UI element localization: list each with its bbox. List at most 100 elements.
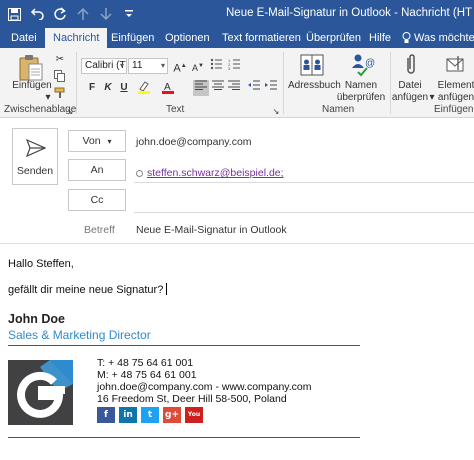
format-painter-icon[interactable] [52, 87, 68, 103]
group-label-include: Einfügen [434, 104, 474, 115]
group-label-basic-text: Text [166, 104, 185, 115]
decrease-indent-icon[interactable] [246, 80, 262, 96]
align-right-icon[interactable] [226, 80, 242, 96]
send-label: Senden [16, 165, 54, 177]
to-field[interactable]: steffen.schwarz@beispiel.de; [136, 167, 284, 179]
to-field-underline [134, 182, 474, 183]
customize-dropdown-icon[interactable] [119, 4, 139, 24]
font-color-icon[interactable]: A [160, 80, 176, 96]
chevron-down-icon: ▾ [107, 137, 112, 146]
signature-email-web[interactable]: john.doe@company.com - www.company.com [97, 381, 312, 393]
linkedin-icon[interactable]: in [119, 407, 137, 423]
undo-icon[interactable] [27, 4, 47, 24]
font-size-combo[interactable]: 11 ▾ [128, 58, 168, 74]
to-button[interactable]: An [68, 159, 126, 181]
signature-name: John Doe [8, 312, 65, 326]
body-greeting[interactable]: Hallo Steffen, [8, 258, 74, 270]
youtube-icon[interactable]: You [185, 407, 203, 423]
window-title: Neue E-Mail-Signatur in Outlook - Nachri… [226, 7, 473, 19]
address-book-button[interactable]: Adressbuch [288, 80, 341, 92]
lightbulb-icon [402, 32, 411, 43]
quick-access-toolbar [4, 4, 139, 24]
save-icon[interactable] [4, 4, 24, 24]
tab-text-formatieren[interactable]: Text formatieren [222, 28, 301, 48]
paste-button-label[interactable]: Einfügen [12, 80, 52, 92]
font-size-value: 11 [132, 60, 143, 71]
align-left-icon[interactable] [193, 80, 209, 96]
attach-item-line1[interactable]: Element [434, 80, 474, 92]
align-center-icon[interactable] [210, 80, 226, 96]
send-icon [25, 138, 47, 160]
numbering-icon[interactable]: 123 [226, 58, 242, 74]
from-button[interactable]: Von ▾ [68, 130, 126, 152]
chevron-down-icon: ▾ [119, 61, 124, 70]
ribbon-separator [76, 52, 77, 114]
arrow-up-icon[interactable] [73, 4, 93, 24]
underline-button[interactable]: U [116, 80, 132, 96]
group-label-names: Namen [322, 104, 355, 115]
attach-file-line1[interactable]: Datei [390, 80, 430, 92]
paste-dropdown-icon[interactable]: ▾ [44, 92, 52, 104]
presence-icon [136, 169, 143, 177]
ribbon: Einfügen ▾ ✂ Zwischenablage ↘ Calibri (T… [0, 48, 474, 118]
signature-bottom-divider [8, 437, 360, 438]
signature-phone: T: + 48 75 64 61 001 [97, 357, 194, 369]
signature-role: Sales & Marketing Director [8, 328, 151, 342]
tell-me-search[interactable]: Was möchten [402, 28, 474, 48]
ribbon-separator [283, 52, 284, 114]
from-label: Von [82, 135, 101, 147]
font-launcher-icon[interactable]: ↘ [272, 104, 280, 120]
attach-file-icon[interactable] [404, 52, 418, 81]
highlight-icon[interactable] [136, 80, 152, 96]
google-plus-icon[interactable]: g+ [163, 407, 181, 423]
signature-address: 16 Freedom St, Deer Hill 58-500, Poland [97, 393, 287, 405]
tab-nachricht[interactable]: Nachricht [45, 28, 108, 48]
copy-icon[interactable] [52, 70, 68, 86]
tell-me-label: Was möchten [414, 32, 474, 44]
attach-file-line2[interactable]: anfügen [390, 92, 430, 104]
tab-ueberpruefen[interactable]: Überprüfen [306, 28, 361, 48]
ribbon-tabs: Datei Nachricht Einfügen Optionen Text f… [0, 28, 474, 48]
signature-divider [8, 345, 360, 346]
header-divider [0, 243, 474, 244]
body-line-text: gefällt dir meine neue Signatur? [8, 284, 164, 296]
shrink-font-icon[interactable]: A▼ [190, 58, 206, 74]
grow-font-icon[interactable]: A▲ [172, 58, 188, 75]
social-icons: f in t g+ You [97, 407, 203, 423]
subject-label: Betreff [84, 224, 115, 236]
company-logo [8, 360, 73, 425]
attach-item-line2[interactable]: anfügen [434, 92, 474, 104]
to-recipient[interactable]: steffen.schwarz@beispiel.de; [147, 167, 284, 179]
bullets-icon[interactable] [208, 58, 224, 74]
cc-button[interactable]: Cc [68, 189, 126, 211]
facebook-icon[interactable]: f [97, 407, 115, 423]
svg-text:@: @ [365, 58, 375, 69]
font-name-combo[interactable]: Calibri (T ▾ [81, 58, 127, 74]
redo-icon[interactable] [50, 4, 70, 24]
cut-icon[interactable]: ✂ [52, 52, 68, 68]
check-names-line2[interactable]: überprüfen [336, 92, 386, 104]
attach-item-icon[interactable] [446, 54, 466, 79]
italic-button[interactable]: K [100, 80, 116, 96]
from-value: john.doe@company.com [136, 136, 252, 148]
address-book-icon[interactable] [300, 53, 324, 80]
svg-text:3: 3 [228, 66, 231, 70]
tab-optionen[interactable]: Optionen [165, 28, 210, 48]
tab-einfuegen[interactable]: Einfügen [111, 28, 154, 48]
subject-field[interactable]: Neue E-Mail-Signatur in Outlook [136, 224, 287, 236]
increase-indent-icon[interactable] [263, 80, 279, 96]
body-line[interactable]: gefällt dir meine neue Signatur? [8, 283, 168, 296]
clipboard-launcher-icon[interactable]: ↘ [66, 104, 74, 120]
text-cursor [166, 283, 168, 295]
bold-button[interactable]: F [84, 80, 100, 96]
tab-hilfe[interactable]: Hilfe [369, 28, 391, 48]
cc-field[interactable] [134, 212, 474, 213]
arrow-down-icon[interactable] [96, 4, 116, 24]
chevron-down-icon: ▾ [160, 61, 165, 70]
signature-mobile: M: + 48 75 64 61 001 [97, 369, 197, 381]
tab-datei[interactable]: Datei [11, 28, 37, 48]
send-button[interactable]: Senden [12, 128, 58, 185]
check-names-icon[interactable]: @ [350, 52, 376, 81]
twitter-icon[interactable]: t [141, 407, 159, 423]
check-names-line1[interactable]: Namen [336, 80, 386, 92]
